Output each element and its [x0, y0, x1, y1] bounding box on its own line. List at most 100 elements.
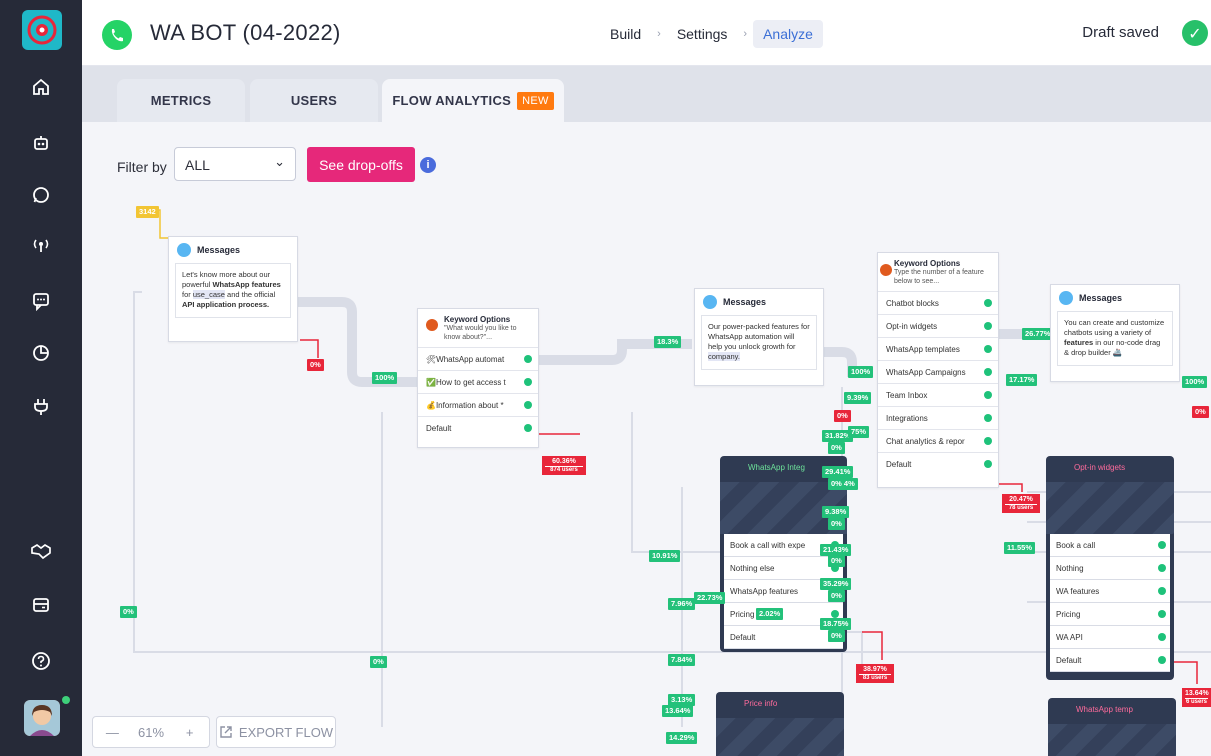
whatsapp-icon[interactable]: [0, 180, 82, 210]
card-title: Opt-in widgets: [1074, 463, 1126, 472]
app-logo[interactable]: [22, 10, 62, 50]
card-option[interactable]: Pricing: [1050, 603, 1170, 626]
card-option[interactable]: Nothing: [1050, 557, 1170, 580]
card-option[interactable]: Default: [1050, 649, 1170, 672]
messages-node-text: Let's know more about our powerful Whats…: [175, 263, 291, 318]
keyword-option[interactable]: ✅How to get access t: [418, 369, 538, 393]
keyword-option[interactable]: WhatsApp templates: [878, 336, 998, 360]
breadcrumb-settings[interactable]: Settings: [667, 20, 738, 48]
card-option[interactable]: WA features: [1050, 580, 1170, 603]
connector-dot[interactable]: [1158, 633, 1166, 641]
tab-metrics[interactable]: METRICS: [117, 79, 245, 122]
bot-title[interactable]: WA BOT (04-2022): [150, 20, 341, 46]
percent-badge: 14.29%: [666, 732, 698, 744]
export-flow-label: EXPORT FLOW: [238, 724, 334, 740]
keyword-option[interactable]: Opt-in widgets: [878, 313, 998, 337]
connector-dot[interactable]: [984, 436, 992, 445]
messages-icon: [703, 295, 717, 309]
chevron-right-icon: ›: [743, 28, 748, 40]
card-option[interactable]: Book a call: [1050, 534, 1170, 557]
breadcrumb: Build › Settings › Analyze: [600, 19, 823, 49]
key-icon: [426, 319, 438, 331]
breadcrumb-analyze[interactable]: Analyze: [753, 20, 823, 48]
lego-pattern: [1046, 482, 1174, 534]
keyword-option[interactable]: Team Inbox: [878, 382, 998, 406]
messages-node-text: Our power-packed features for WhatsApp a…: [701, 315, 817, 370]
new-badge: NEW: [517, 91, 554, 110]
tab-flow-analytics[interactable]: FLOW ANALYTICS NEW: [382, 79, 564, 122]
connector-dot[interactable]: [1158, 656, 1166, 664]
connector-dot[interactable]: [524, 377, 532, 386]
connector-dot[interactable]: [984, 344, 992, 353]
help-icon[interactable]: [0, 646, 82, 676]
connector-dot[interactable]: [1158, 564, 1166, 572]
whatsapp-templates-card[interactable]: WhatsApp temp: [1048, 698, 1176, 756]
dropoff-badge: 0%: [834, 410, 851, 422]
optin-widgets-card[interactable]: Opt-in widgets Book a call Nothing WA fe…: [1046, 456, 1174, 680]
messages-node-chatbot[interactable]: Messages You can create and customize ch…: [1050, 284, 1180, 382]
keyword-option[interactable]: WhatsApp Campaigns: [878, 359, 998, 383]
price-info-card[interactable]: Price info: [716, 692, 844, 756]
connector-dot[interactable]: [1158, 610, 1166, 618]
connector-dot[interactable]: [524, 400, 532, 409]
export-flow-button[interactable]: EXPORT FLOW: [216, 716, 336, 748]
connector-dot[interactable]: [984, 298, 992, 307]
connector-dot[interactable]: [984, 459, 992, 468]
dropoff-badge: 60.36% 874 users: [542, 456, 586, 476]
keyword-option[interactable]: Chat analytics & repor: [878, 428, 998, 452]
zoom-out-button[interactable]: —: [93, 725, 132, 740]
dropoff-badge: 0%: [307, 359, 324, 371]
sidebar: [0, 0, 82, 756]
percent-badge: 2.02%: [756, 608, 784, 620]
connector-dot[interactable]: [524, 354, 532, 363]
check-icon: ✓: [1182, 20, 1208, 46]
dropoff-badge: 13.64% 6 users: [1182, 688, 1211, 708]
bot-icon[interactable]: [0, 128, 82, 158]
percent-badge: 9.39%: [844, 392, 872, 404]
percent-badge: 10.91%: [649, 550, 681, 562]
card-title: WhatsApp temp: [1076, 705, 1133, 714]
percent-badge: 18.75%: [820, 618, 852, 630]
percent-badge: 0%: [828, 518, 845, 530]
card-option[interactable]: Nothing else: [724, 557, 843, 580]
tab-users[interactable]: USERS: [250, 79, 378, 122]
keyword-options-node-main[interactable]: Keyword Options "What would you like to k…: [417, 308, 539, 448]
percent-badge: 13.64%: [662, 705, 694, 717]
percent-badge: 35.29%: [820, 578, 852, 590]
messages-icon: [1059, 291, 1073, 305]
keyword-option[interactable]: 🛠WhatsApp automat: [418, 346, 538, 370]
home-icon[interactable]: [0, 72, 82, 102]
chevron-right-icon: ›: [657, 28, 661, 40]
keyword-options-node-features[interactable]: Keyword Options Type the number of a feat…: [877, 252, 999, 488]
keyword-option[interactable]: 💰Information about *: [418, 392, 538, 416]
keyword-option[interactable]: Integrations: [878, 405, 998, 429]
tab-flow-analytics-label: FLOW ANALYTICS: [392, 93, 512, 108]
connector-dot[interactable]: [831, 610, 839, 618]
billing-icon[interactable]: [0, 590, 82, 620]
integrations-icon[interactable]: [0, 392, 82, 422]
percent-badge: 100%: [372, 372, 398, 384]
broadcast-icon[interactable]: [0, 230, 82, 260]
breadcrumb-build[interactable]: Build: [600, 20, 651, 48]
keyword-option[interactable]: Default: [418, 415, 538, 439]
connector-dot[interactable]: [524, 423, 532, 432]
chat-icon[interactable]: [0, 286, 82, 316]
lego-pattern: [1048, 724, 1176, 756]
messages-node-intro[interactable]: Messages Let's know more about our power…: [168, 236, 298, 342]
flow-canvas[interactable]: Filter by ALL ⌄ See drop-offs i 3142 Mes…: [82, 122, 1211, 756]
messages-icon: [177, 243, 191, 257]
connector-dot[interactable]: [984, 367, 992, 376]
connector-dot[interactable]: [1158, 541, 1166, 549]
connector-dot[interactable]: [984, 321, 992, 330]
keyword-option[interactable]: Chatbot blocks: [878, 290, 998, 314]
zoom-in-button[interactable]: +: [170, 725, 209, 740]
connector-dot[interactable]: [984, 390, 992, 399]
keyword-option[interactable]: Default: [878, 451, 998, 475]
avatar[interactable]: [24, 700, 60, 736]
messages-node-features[interactable]: Messages Our power-packed features for W…: [694, 288, 824, 386]
connector-dot[interactable]: [1158, 587, 1166, 595]
card-option[interactable]: WA API: [1050, 626, 1170, 649]
analytics-icon[interactable]: [0, 338, 82, 368]
connector-dot[interactable]: [984, 413, 992, 422]
handshake-icon[interactable]: [0, 536, 82, 566]
